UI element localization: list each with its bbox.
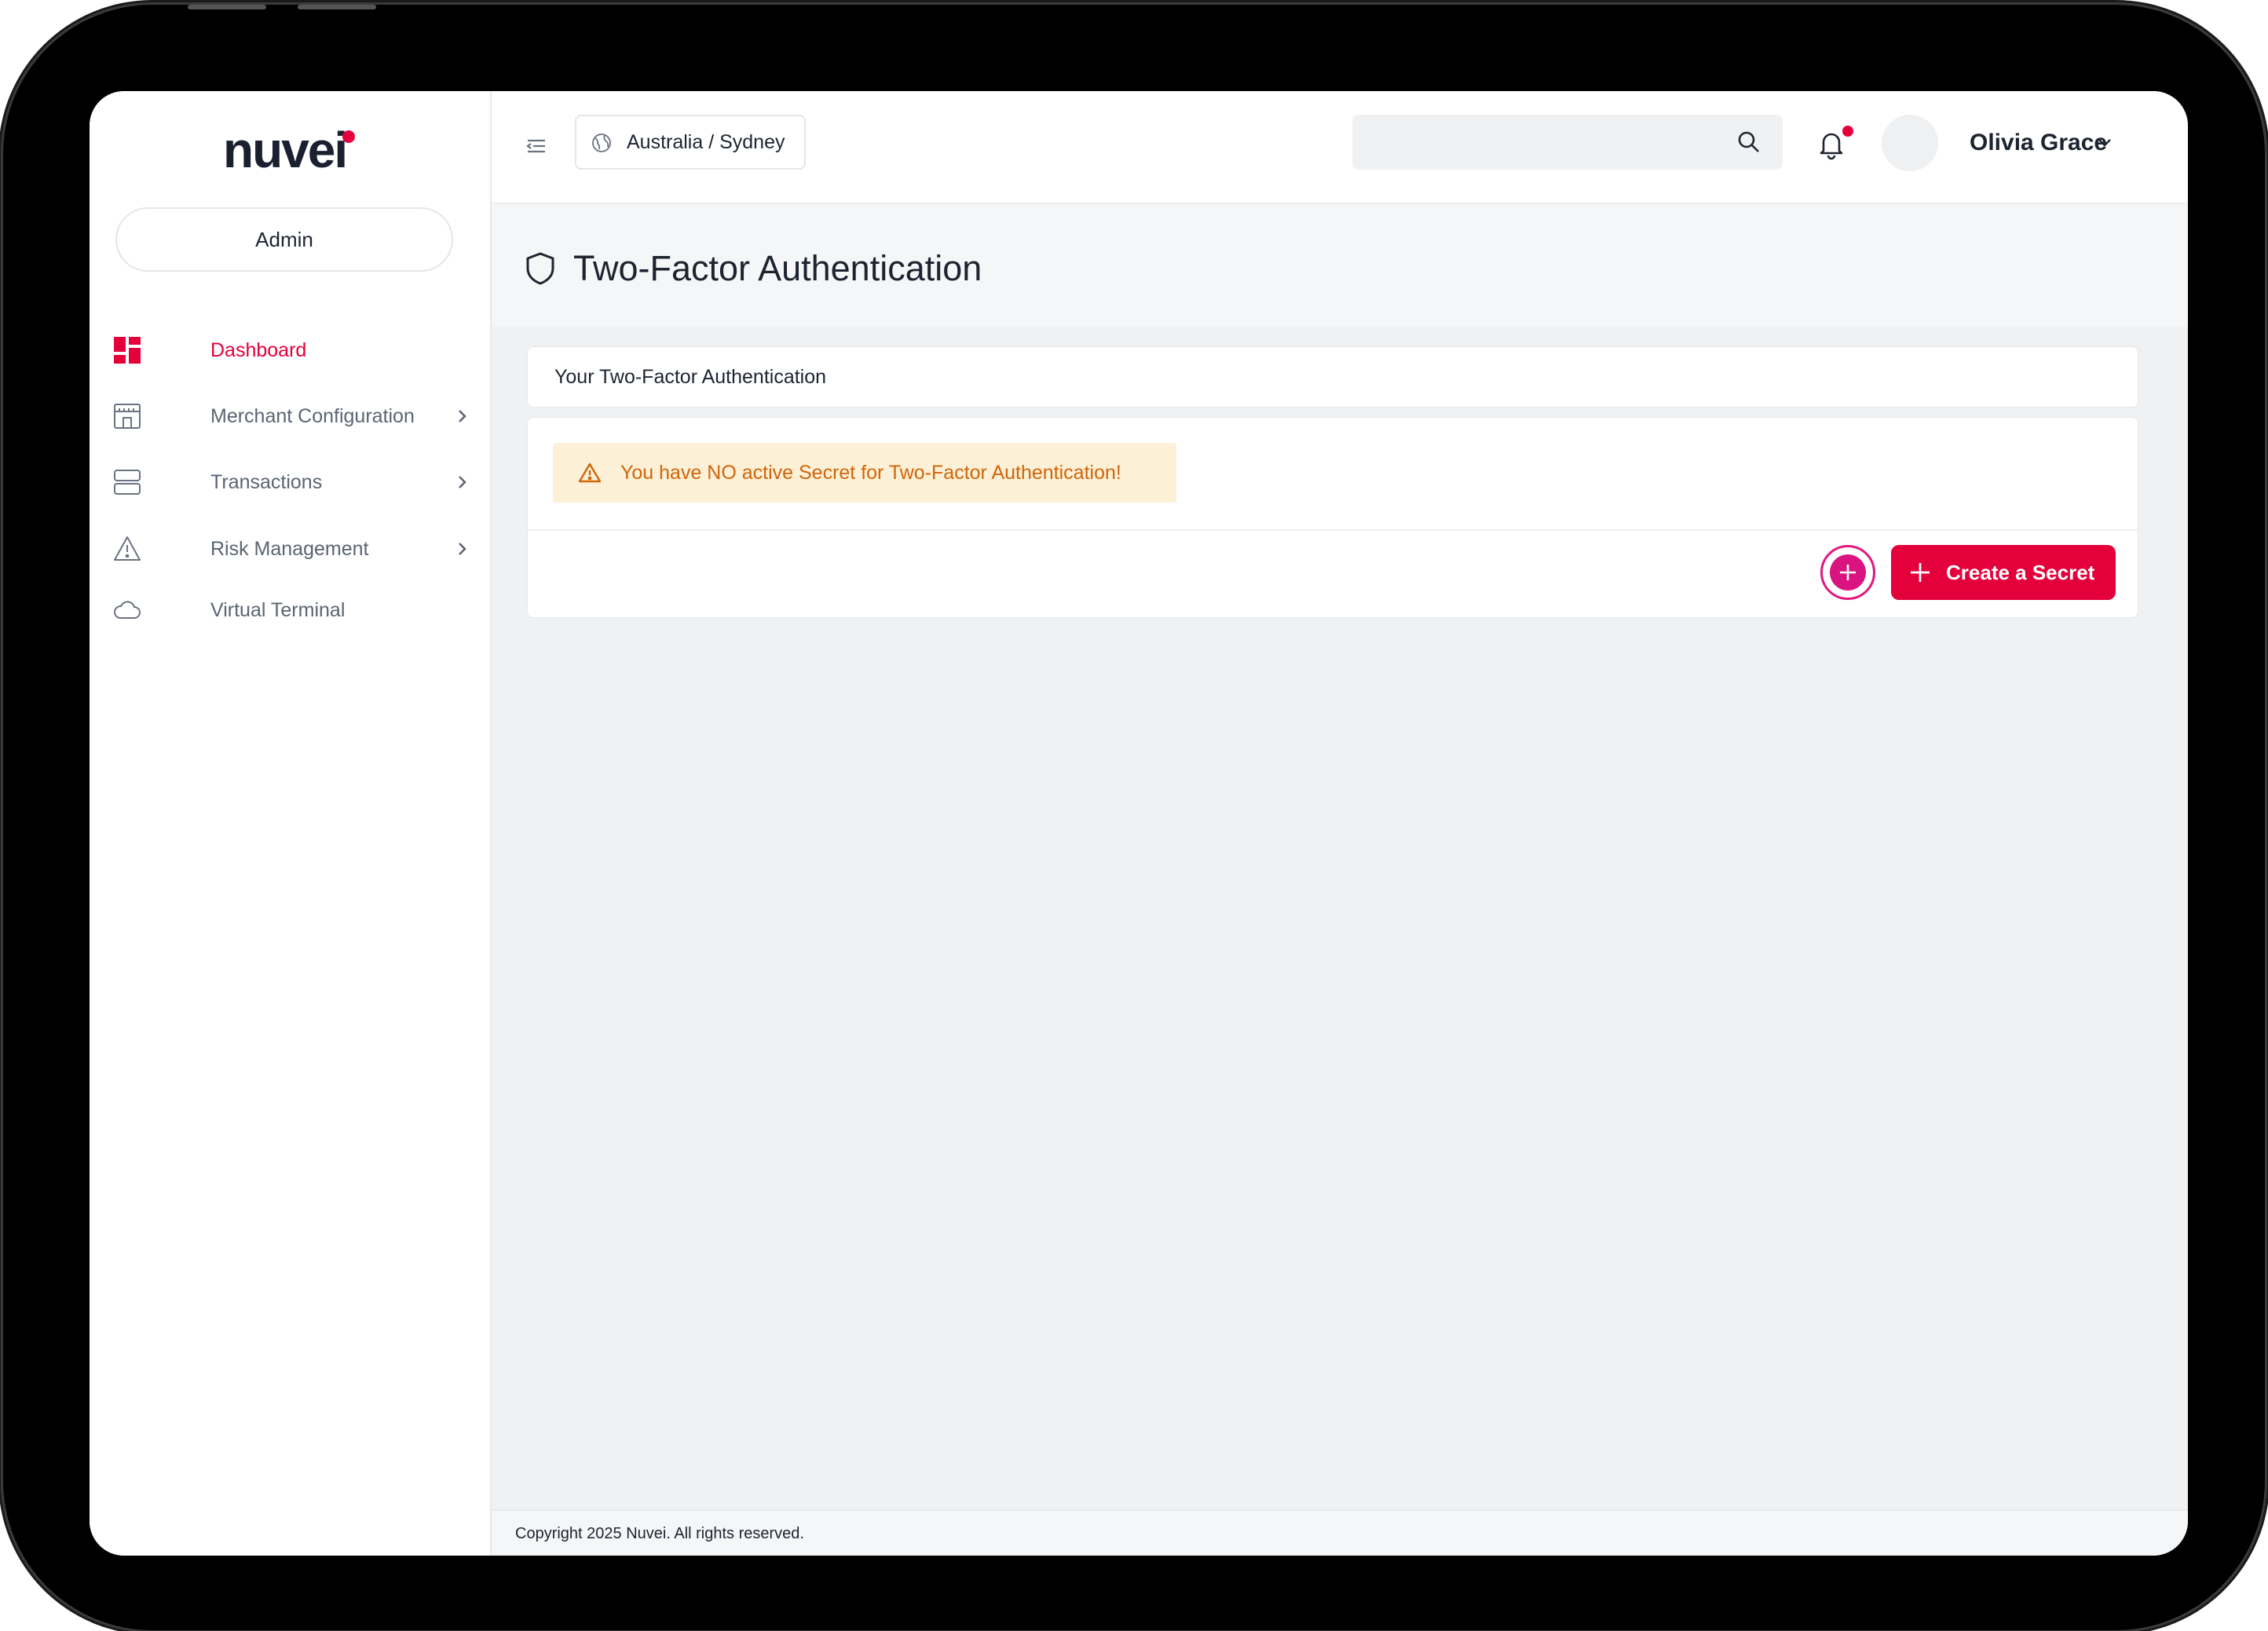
volume-button	[188, 5, 266, 9]
alert-message: You have NO active Secret for Two-Factor…	[620, 462, 1121, 484]
alert-triangle-icon	[578, 463, 602, 483]
cloud-icon	[114, 601, 141, 619]
sidebar: nuvei Admin Dashboard Merchant Configura…	[90, 91, 492, 1556]
plus-icon	[1911, 563, 1930, 582]
sidebar-item-label: Merchant Configuration	[210, 405, 415, 427]
chevron-right-icon	[459, 410, 466, 422]
sidebar-item-risk-management[interactable]: Risk Management	[113, 525, 466, 572]
globe-icon	[592, 133, 611, 152]
avatar[interactable]	[1882, 115, 1938, 171]
sidebar-item-label: Dashboard	[210, 339, 307, 361]
sidebar-item-label: Virtual Terminal	[210, 599, 346, 621]
top-bar: Australia / Sydney Olivia Grace	[492, 91, 2188, 204]
search-icon[interactable]	[1736, 129, 1762, 155]
plus-icon	[1840, 565, 1856, 580]
role-switcher[interactable]: Admin	[115, 207, 453, 272]
sidebar-item-virtual-terminal[interactable]: Virtual Terminal	[113, 587, 466, 634]
menu-collapse-icon[interactable]	[523, 133, 550, 159]
sidebar-item-transactions[interactable]: Transactions	[113, 459, 466, 506]
search-input[interactable]	[1352, 115, 1783, 170]
timezone-selector[interactable]: Australia / Sydney	[575, 115, 806, 170]
sidebar-item-dashboard[interactable]: Dashboard	[113, 327, 466, 374]
nuvei-logo[interactable]: nuvei	[223, 123, 357, 177]
sidebar-item-label: Risk Management	[210, 538, 369, 560]
app-screen: nuvei Admin Dashboard Merchant Configura…	[90, 91, 2188, 1556]
timezone-label: Australia / Sydney	[627, 131, 785, 153]
add-secret-icon-button[interactable]	[1820, 545, 1875, 600]
divider	[528, 529, 2138, 531]
card-title: Your Two-Factor Authentication	[554, 366, 827, 388]
warning-alert: You have NO active Secret for Two-Factor…	[553, 443, 1176, 503]
logo-text: nuvei	[223, 122, 348, 178]
card-title-bar: Your Two-Factor Authentication	[527, 346, 2138, 408]
warning-icon	[114, 536, 141, 561]
role-label: Admin	[255, 228, 313, 251]
dashboard-icon	[114, 337, 141, 364]
add-icon-bg	[1830, 554, 1866, 591]
page-title: Two-Factor Authentication	[573, 248, 982, 288]
create-secret-button[interactable]: Create a Secret	[1891, 545, 2116, 600]
chevron-down-icon[interactable]	[2094, 132, 2116, 154]
page-header: Two-Factor Authentication	[492, 204, 2188, 327]
chevron-right-icon	[459, 476, 466, 488]
logo-dot	[342, 130, 355, 143]
server-icon	[114, 470, 141, 495]
sidebar-item-label: Transactions	[210, 471, 323, 493]
footer: Copyright 2025 Nuvei. All rights reserve…	[492, 1509, 2188, 1556]
create-secret-label: Create a Secret	[1946, 561, 2095, 584]
shield-icon	[526, 252, 554, 285]
tablet-frame: nuvei Admin Dashboard Merchant Configura…	[3, 5, 2265, 1630]
chevron-right-icon	[459, 543, 466, 555]
copyright-text: Copyright 2025 Nuvei. All rights reserve…	[515, 1525, 804, 1542]
sidebar-item-merchant-configuration[interactable]: Merchant Configuration	[113, 393, 466, 440]
two-factor-card: You have NO active Secret for Two-Factor…	[527, 417, 2138, 618]
store-icon	[114, 404, 141, 429]
volume-button	[298, 5, 376, 9]
notification-badge	[1842, 126, 1853, 137]
user-name[interactable]: Olivia Grace	[1970, 115, 2107, 171]
